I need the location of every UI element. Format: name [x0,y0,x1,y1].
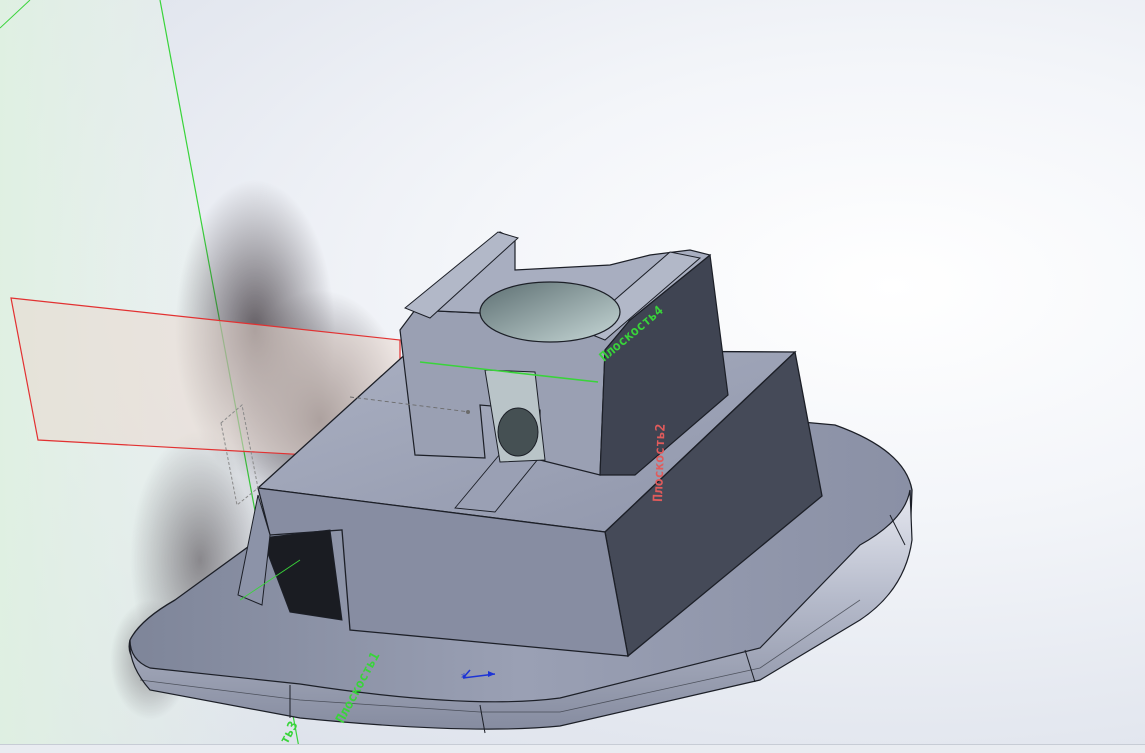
status-bar-edge [0,744,1145,753]
graphics-area[interactable]: Плоскость4 Плоскость2 Плоскость1 ть3 * [0,0,1145,753]
model-canvas[interactable]: Плоскость4 Плоскость2 Плоскость1 ть3 * [0,0,1145,753]
plane2-label: Плоскость2 [651,423,669,502]
svg-text:*: * [461,671,467,685]
